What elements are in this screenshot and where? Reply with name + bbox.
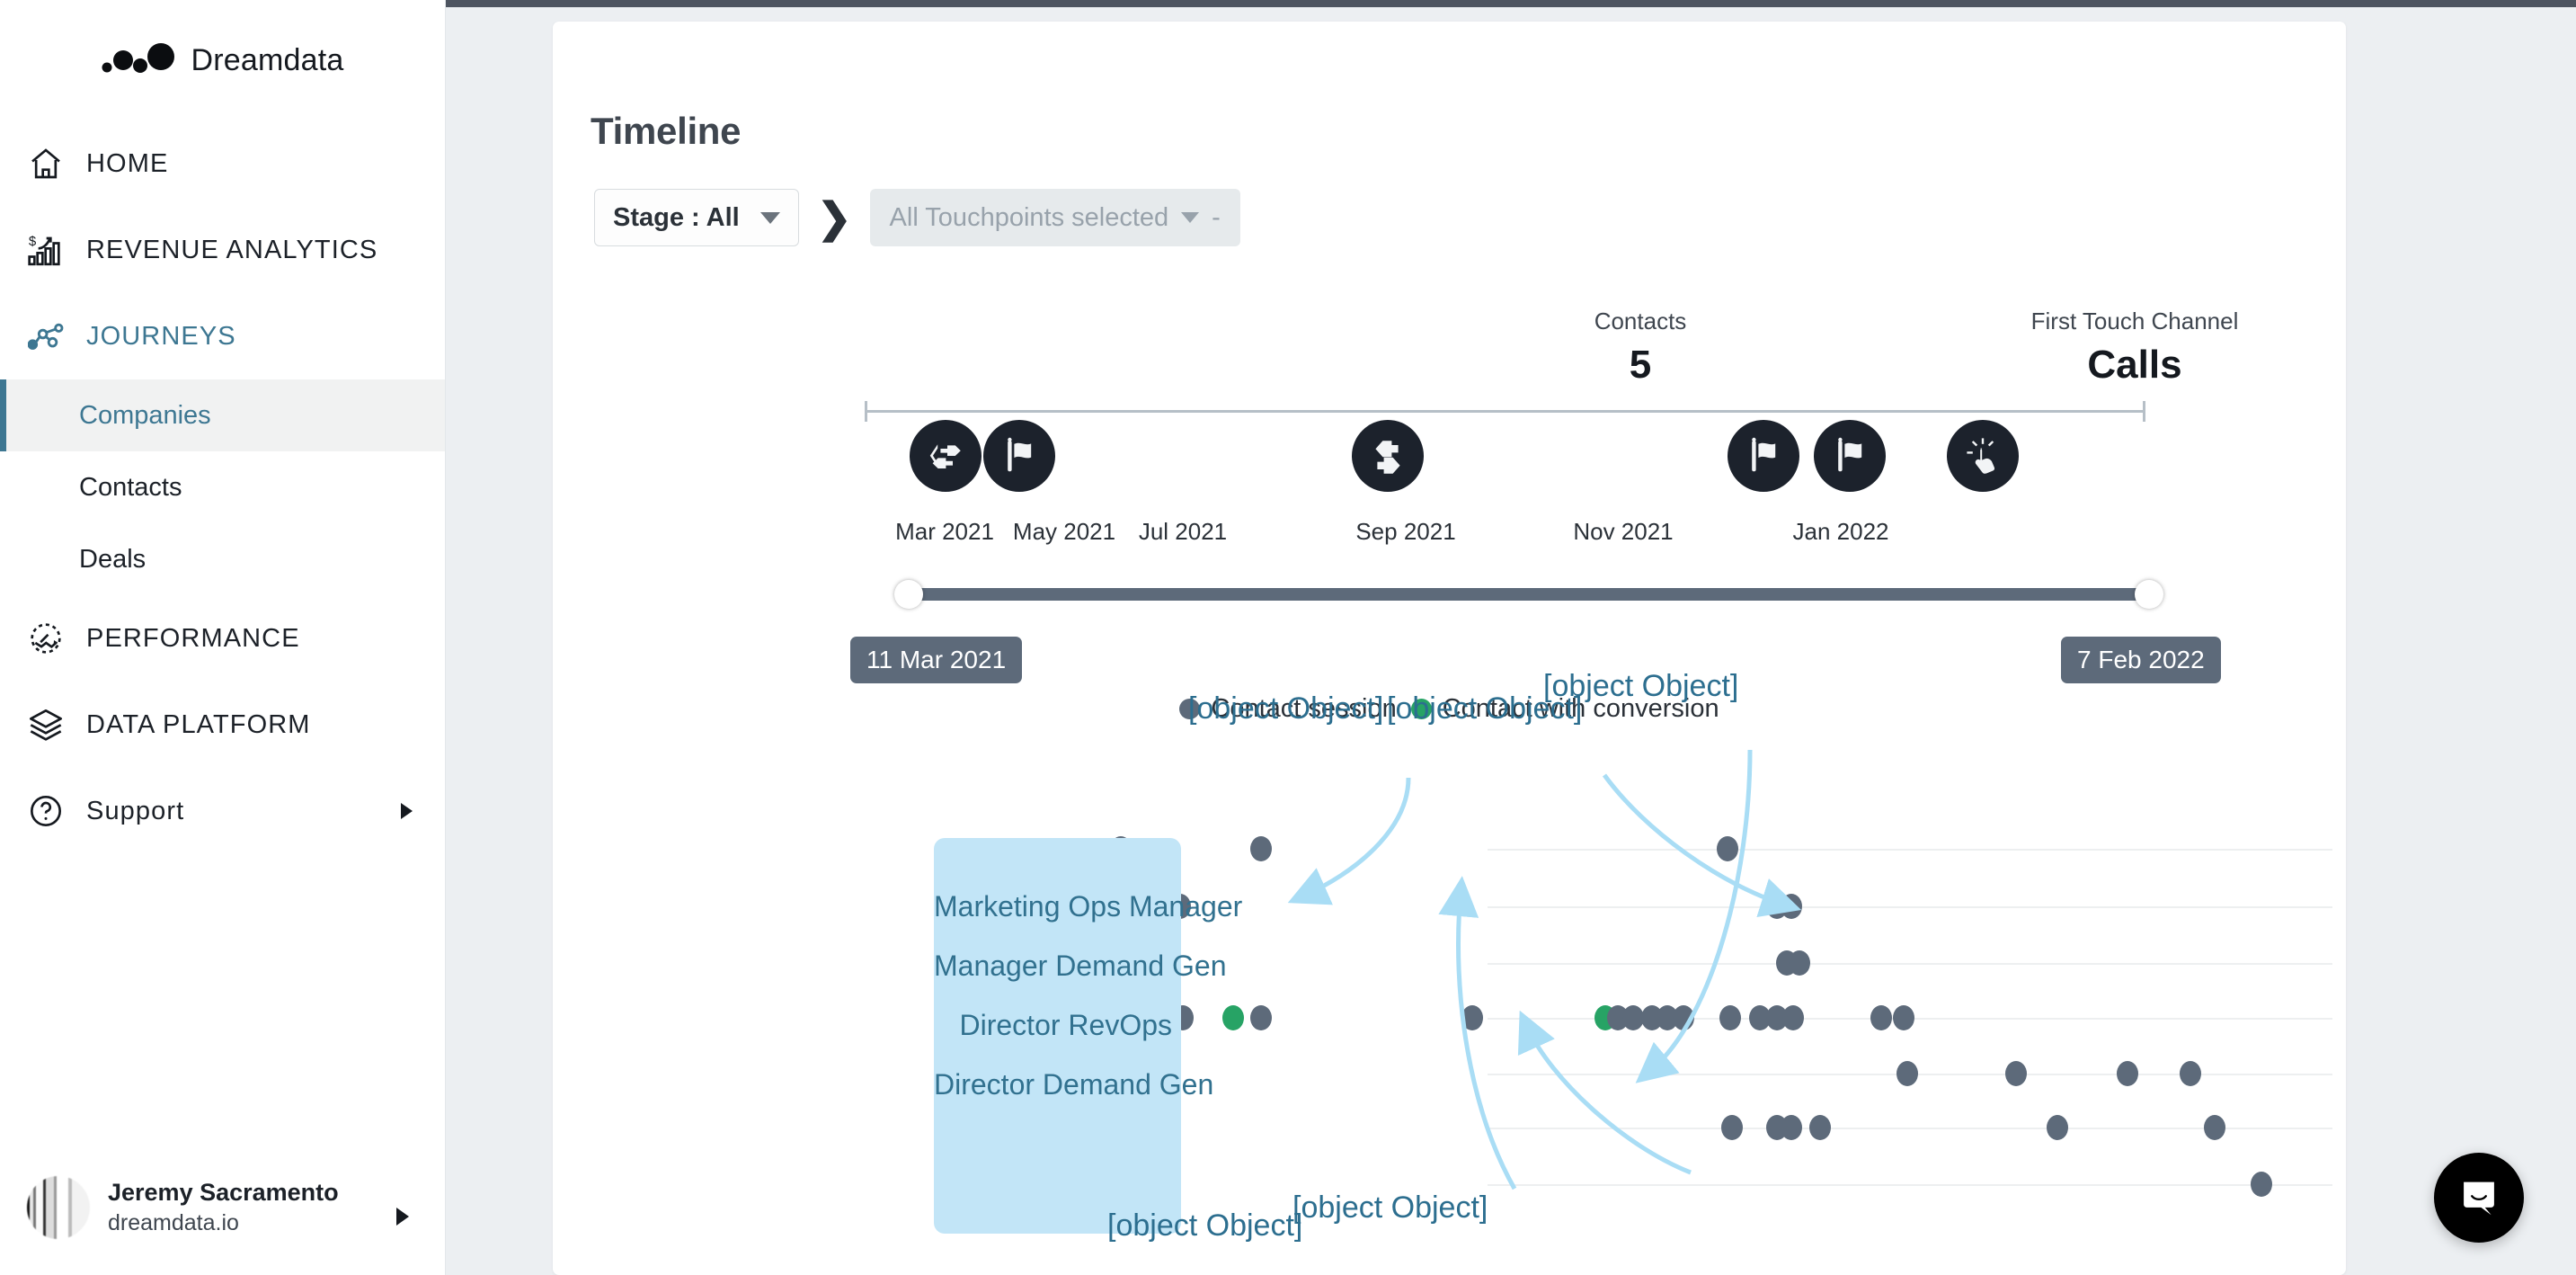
data-point-session[interactable] [1870,1005,1892,1030]
data-point-session[interactable] [2117,1061,2138,1086]
data-point-session[interactable] [1721,1115,1743,1140]
sidebar-item-performance[interactable]: PERFORMANCE [0,595,445,682]
sidebar-subitem-label: Contacts [79,472,182,502]
highlight-title-marketing-ops-manager: Marketing Ops Manager [934,890,1243,923]
data-point-session[interactable] [1893,1005,1914,1030]
user-text: Jeremy Sacramento dreamdata.io [108,1178,339,1237]
brand-name: Dreamdata [191,42,344,77]
data-point-session[interactable] [1896,1061,1918,1086]
sidebar-subitem-label: Deals [79,544,147,574]
highlight-title-manager-demand-gen: Manager Demand Gen [934,950,1227,982]
highlight-title-director-revops: Director RevOps [959,1009,1173,1041]
user-name: Jeremy Sacramento [108,1178,339,1206]
sidebar-item-journeys[interactable]: JOURNEYS [0,293,445,379]
timeline-card: Timeline Stage : All ❯ All Touchpoints s… [553,22,2346,1275]
user-org: dreamdata.io [108,1209,239,1235]
brand-header: Dreamdata [0,0,445,108]
data-point-conversion[interactable] [1222,1005,1244,1030]
speedometer-icon [25,618,67,659]
sidebar-subitem-label: Companies [79,400,211,430]
data-point-session[interactable] [1719,1005,1741,1030]
data-point-session[interactable] [1717,836,1738,861]
data-point-session[interactable] [1781,894,1802,919]
sidebar-item-contacts[interactable]: Contacts [0,451,445,523]
sidebar-item-support[interactable]: Support [0,768,445,854]
sidebar-item-revenue-analytics[interactable]: $ REVENUE ANALYTICS [0,207,445,293]
user-profile[interactable]: Jeremy Sacramento dreamdata.io [0,1158,445,1275]
highlight-title-director-demand-gen: Director Demand Gen [934,1068,1214,1101]
sidebar-item-label: JOURNEYS [86,321,236,351]
layers-icon [25,704,67,745]
dreamdata-logo-icon [102,42,175,78]
revenue-chart-icon: $ [25,229,67,271]
data-point-session[interactable] [2204,1115,2225,1140]
home-icon [25,143,67,184]
intercom-chat-button[interactable] [2434,1153,2524,1243]
data-points-layer [553,22,2346,1275]
data-point-session[interactable] [2005,1061,2027,1086]
journeys-nodes-icon [25,316,67,357]
sidebar-item-home[interactable]: HOME [0,120,445,207]
data-point-session[interactable] [1781,1115,1802,1140]
chevron-right-icon [396,1208,409,1226]
sidebar: Dreamdata HOME $ REVENUE ANALYTICS JOURN… [0,0,446,1275]
sidebar-item-label: HOME [86,148,169,178]
data-point-session[interactable] [2180,1061,2201,1086]
primary-nav: HOME $ REVENUE ANALYTICS JOURNEYS Compan… [0,120,445,854]
data-point-session[interactable] [1782,1005,1804,1030]
data-point-session[interactable] [2251,1172,2272,1197]
data-point-session[interactable] [1250,1005,1272,1030]
chevron-right-icon [401,803,413,819]
data-point-session[interactable] [1673,1005,1694,1030]
annotation-newsletter-email: [object Object] [1188,691,1384,726]
question-circle-icon [25,790,67,832]
data-point-session[interactable] [2047,1115,2068,1140]
data-point-session[interactable] [1250,836,1272,861]
annotation-blog-post: [object Object] [1543,669,1739,703]
annotation-organic-home-page: [object Object] [1292,1190,1488,1225]
touchpoint-scatter-chart: .com ✖ .com ✖ .com ✖ .com ✖ .com ✖ .com … [553,22,2346,1275]
avatar [27,1176,90,1239]
annotation-cold-call: [object Object] [1107,1208,1303,1243]
data-point-session[interactable] [1809,1115,1831,1140]
sidebar-item-label: Support [86,796,185,825]
sidebar-item-deals[interactable]: Deals [0,523,445,595]
app-root: Dreamdata HOME $ REVENUE ANALYTICS JOURN… [0,0,2576,1275]
intercom-chat-icon [2464,1181,2494,1216]
svg-text:$: $ [29,234,38,249]
sidebar-item-data-platform[interactable]: DATA PLATFORM [0,682,445,768]
data-point-session[interactable] [1461,1005,1483,1030]
data-point-session[interactable] [1789,950,1810,976]
sidebar-item-companies[interactable]: Companies [0,379,445,451]
sidebar-item-label: REVENUE ANALYTICS [86,235,378,264]
sidebar-item-label: DATA PLATFORM [86,709,311,739]
sidebar-item-label: PERFORMANCE [86,623,300,653]
